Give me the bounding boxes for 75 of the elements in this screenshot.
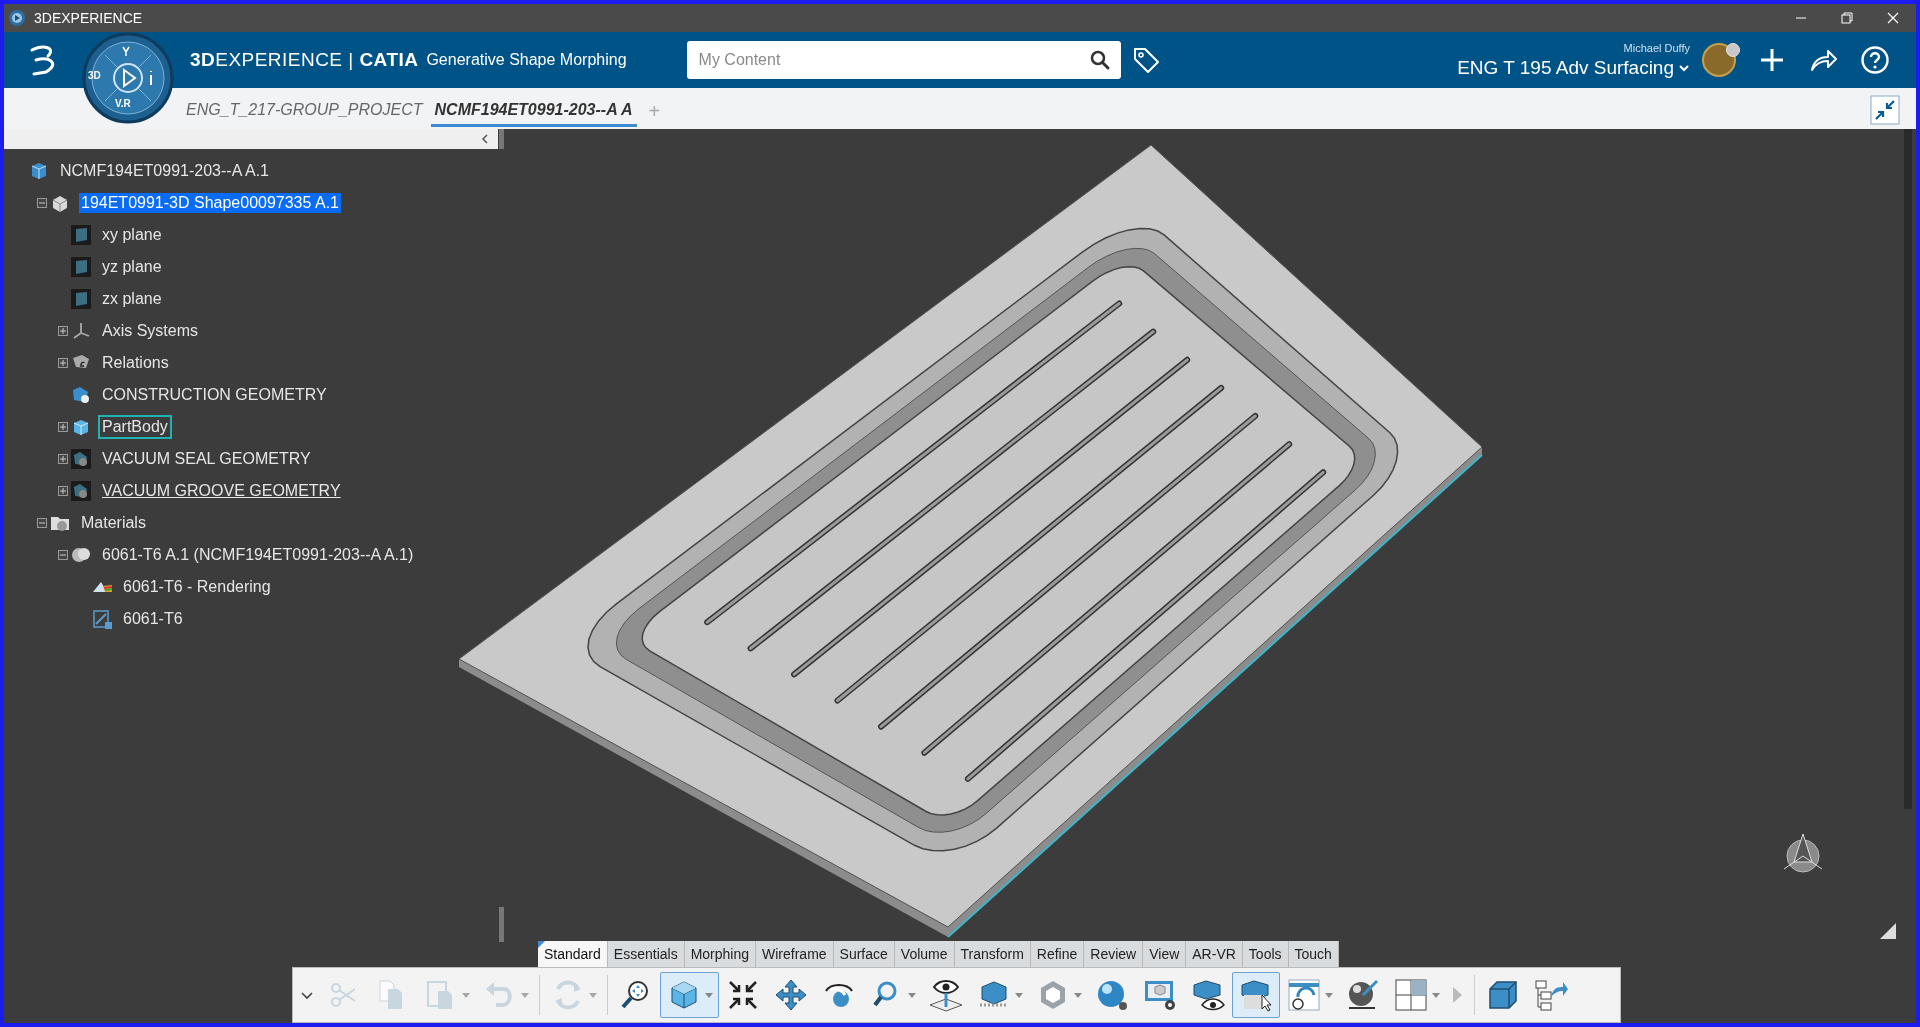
collapse-toggle[interactable] bbox=[37, 518, 47, 528]
expand-toggle[interactable] bbox=[58, 454, 68, 464]
geometry-set-icon bbox=[70, 448, 92, 470]
tree-item[interactable]: VACUUM SEAL GEOMETRY bbox=[100, 449, 313, 469]
collapse-panel-icon[interactable] bbox=[480, 133, 490, 145]
grid-icon bbox=[1393, 977, 1429, 1013]
action-tab[interactable]: Surface bbox=[833, 941, 895, 967]
tree-item[interactable]: CONSTRUCTION GEOMETRY bbox=[100, 385, 329, 405]
tree-item[interactable]: zx plane bbox=[100, 289, 164, 309]
tree-item[interactable]: Materials bbox=[79, 513, 148, 533]
action-tab[interactable]: Transform bbox=[954, 941, 1031, 967]
tree-item[interactable]: 194ET0991-3D Shape00097335 A.1 bbox=[79, 193, 341, 213]
expand-toggle[interactable] bbox=[58, 326, 68, 336]
corner-marker bbox=[538, 941, 545, 948]
action-tab[interactable]: Volume bbox=[894, 941, 955, 967]
search-icon[interactable] bbox=[1088, 49, 1111, 71]
plus-icon[interactable] bbox=[1758, 46, 1786, 74]
expand-toggle[interactable] bbox=[58, 358, 68, 368]
tree-item[interactable]: xy plane bbox=[100, 225, 164, 245]
help-icon[interactable] bbox=[1860, 45, 1890, 75]
collaborative-space-selector[interactable]: ENG T 195 Adv Surfacing bbox=[1457, 56, 1690, 81]
compass-icon[interactable] bbox=[1783, 833, 1823, 873]
splitter-handle[interactable] bbox=[499, 129, 504, 942]
expand-toggle[interactable] bbox=[58, 422, 68, 432]
geometry-set-icon bbox=[70, 480, 92, 502]
action-tab[interactable]: Essentials bbox=[607, 941, 685, 967]
action-tab[interactable]: View bbox=[1143, 941, 1187, 967]
scrollbar[interactable] bbox=[1904, 129, 1912, 809]
tree-item[interactable]: 6061-T6 - Rendering bbox=[121, 577, 273, 597]
status-badge bbox=[1726, 43, 1740, 57]
collapse-icon[interactable] bbox=[1870, 95, 1900, 125]
action-tab[interactable]: Morphing bbox=[684, 941, 756, 967]
chevron-down-icon bbox=[1678, 63, 1690, 74]
tree-item[interactable]: Relations bbox=[100, 353, 171, 373]
search-field[interactable]: My Content bbox=[686, 41, 1121, 79]
pan-icon bbox=[773, 977, 809, 1013]
tree-item[interactable]: 6061-T6 bbox=[121, 609, 185, 629]
action-tab[interactable]: Tools bbox=[1242, 941, 1289, 967]
tree-item[interactable]: 6061-T6 A.1 (NCMF194ET0991-203--A A.1) bbox=[100, 545, 416, 565]
cube-tool[interactable] bbox=[660, 972, 719, 1018]
refresh-window-icon bbox=[1286, 977, 1322, 1013]
plane-icon bbox=[70, 256, 92, 278]
tree-item[interactable]: VACUUM GROOVE GEOMETRY bbox=[100, 481, 343, 501]
eye-plane-icon bbox=[928, 977, 964, 1013]
app-icon bbox=[8, 9, 26, 27]
action-tab[interactable]: Standard bbox=[538, 941, 608, 967]
expand-toggle[interactable] bbox=[58, 486, 68, 496]
collapse-toggle[interactable] bbox=[37, 198, 47, 208]
compass-label: V.R bbox=[115, 97, 131, 111]
action-tab[interactable]: Wireframe bbox=[756, 941, 834, 967]
action-tab[interactable]: Touch bbox=[1288, 941, 1339, 967]
brand-title: 3DEXPERIENCE | CATIA bbox=[190, 47, 419, 72]
window-title: 3DEXPERIENCE bbox=[34, 8, 143, 28]
export-icon bbox=[1533, 977, 1569, 1013]
app-name: Generative Shape Morphing bbox=[426, 50, 627, 70]
cube-cursor-icon bbox=[1238, 977, 1274, 1013]
plane-icon bbox=[70, 224, 92, 246]
collapse-toggle[interactable] bbox=[58, 550, 68, 560]
play-icon bbox=[1452, 986, 1464, 1004]
tree-item[interactable]: PartBody bbox=[100, 417, 170, 437]
action-tab[interactable]: Refine bbox=[1030, 941, 1085, 967]
compass-label: 3D bbox=[88, 69, 101, 83]
resize-grip-icon[interactable] bbox=[1880, 923, 1896, 939]
user-name: Michael Duffy bbox=[1623, 40, 1690, 56]
material-domain-icon bbox=[91, 608, 113, 630]
cube-cursor-tool[interactable] bbox=[1232, 972, 1280, 1018]
plane-icon bbox=[70, 288, 92, 310]
action-tab[interactable]: Review bbox=[1084, 941, 1144, 967]
geometry-set-icon bbox=[70, 384, 92, 406]
cube-eye-icon bbox=[1190, 977, 1226, 1013]
tree-item[interactable]: yz plane bbox=[100, 257, 164, 277]
tree-item[interactable]: NCMF194ET0991-203--A A.1 bbox=[58, 161, 271, 181]
document-tab[interactable]: ENG_T_217-GROUP_PROJECT bbox=[182, 95, 427, 127]
action-tab[interactable]: AR-VR bbox=[1186, 941, 1243, 967]
tree-item[interactable]: Axis Systems bbox=[100, 321, 200, 341]
